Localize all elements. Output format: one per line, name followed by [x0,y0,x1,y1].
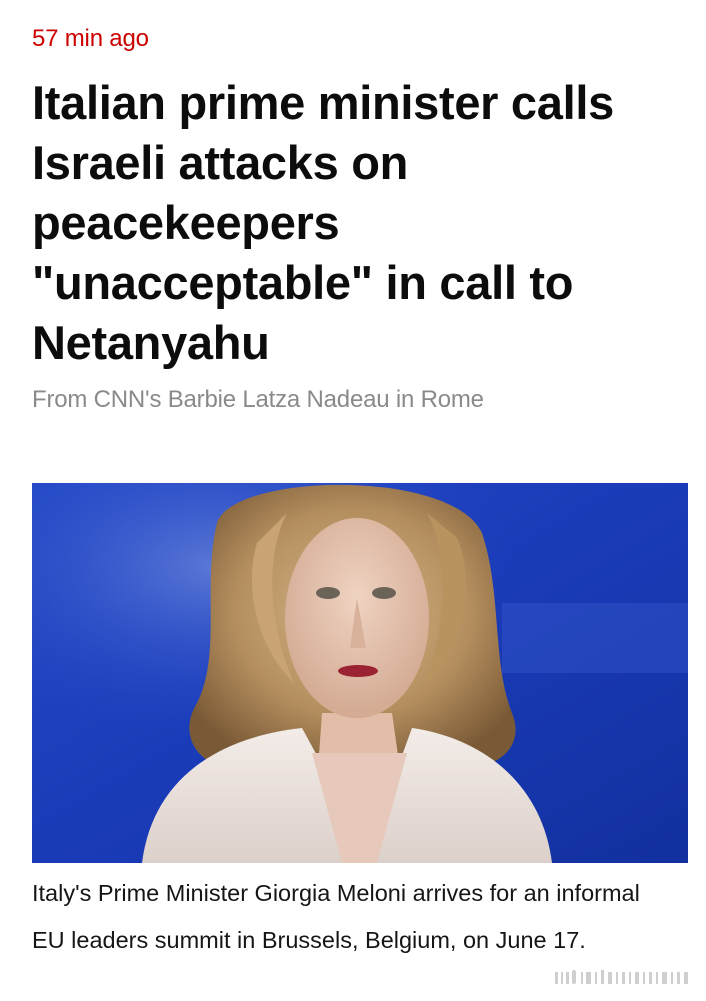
watermark-logo [555,966,690,988]
photo-caption: Italy's Prime Minister Giorgia Meloni ar… [32,870,692,964]
article-timestamp: 57 min ago [32,25,149,52]
headline-line: peacekeepers [32,196,340,249]
article-byline: From CNN's Barbie Latza Nadeau in Rome [32,386,484,413]
article-photo[interactable] [32,483,688,863]
headline-line: Israeli attacks on [32,136,409,189]
headline-line: "unacceptable" in call to [32,256,574,309]
portrait-photo-icon [32,483,688,863]
caption-line: EU leaders summit in Brussels, Belgium, … [32,927,586,953]
headline-line: Netanyahu [32,316,270,369]
barcode-watermark-icon [555,970,688,984]
headline-line: Italian prime minister calls [32,76,614,129]
caption-line: Italy's Prime Minister Giorgia Meloni ar… [32,880,640,906]
article-headline[interactable]: Italian prime minister calls Israeli att… [32,73,682,373]
